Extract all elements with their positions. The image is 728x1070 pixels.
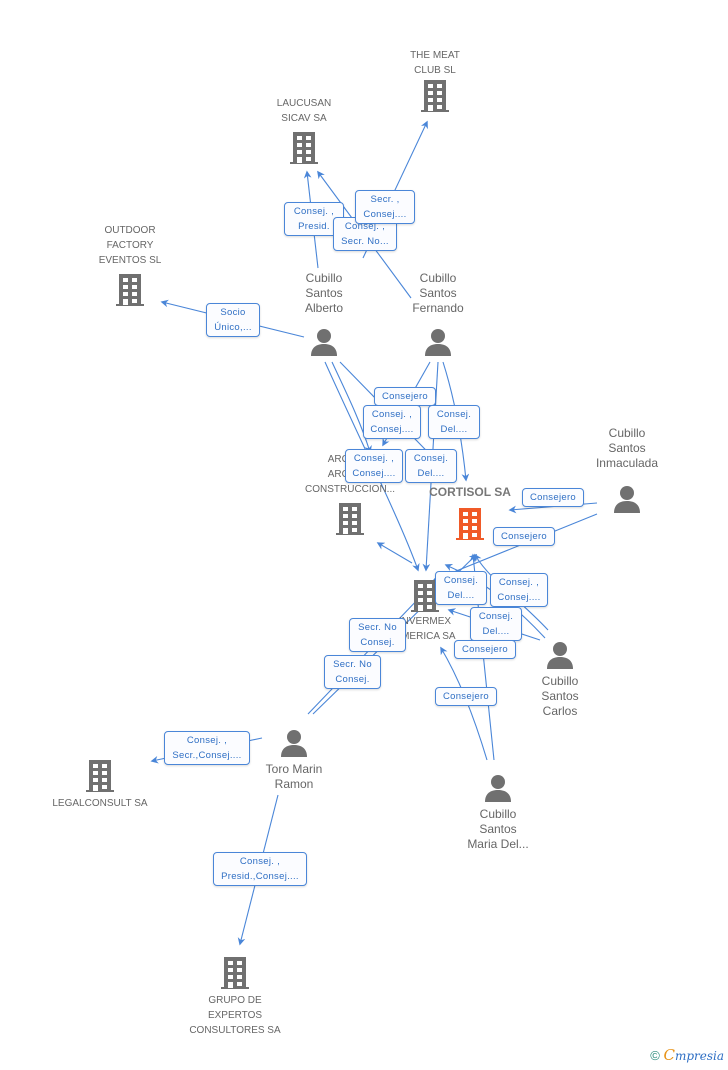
company-node-the-meat-club[interactable]: THE MEAT CLUB SL — [392, 48, 478, 114]
edge-label[interactable]: Consej. Del.... — [435, 571, 487, 605]
building-icon — [336, 503, 364, 535]
edge-label[interactable]: Socio Único,... — [206, 303, 260, 337]
building-icon — [290, 132, 318, 164]
edge-label[interactable]: Consej. Del.... — [428, 405, 480, 439]
person-node-cubillo-fernando[interactable]: Cubillo Santos Fernando — [398, 271, 478, 357]
brand-footer: © Cmpresia — [650, 1046, 724, 1064]
node-label: Cubillo Santos Inmaculada — [595, 426, 659, 470]
node-label: GRUPO DE EXPERTOS CONSULTORES SA — [189, 995, 281, 1036]
edge-label[interactable]: Secr. , Consej.... — [355, 190, 415, 224]
company-node-grupo-expertos[interactable]: GRUPO DE EXPERTOS CONSULTORES SA — [175, 955, 295, 1038]
edge-label[interactable]: Consejero — [454, 640, 516, 659]
person-node-cubillo-alberto[interactable]: Cubillo Santos Alberto — [284, 271, 364, 357]
edge-label[interactable]: Consej. , Consej.... — [345, 449, 403, 483]
person-icon — [485, 775, 511, 802]
node-label: LAUCUSAN SICAV SA — [276, 98, 332, 124]
node-label: OUTDOOR FACTORY EVENTOS SL — [98, 225, 162, 266]
edge-label[interactable]: Consej. , Secr.,Consej.... — [164, 731, 250, 765]
building-icon — [221, 957, 249, 989]
copyright-icon: © — [650, 1048, 660, 1063]
person-node-cubillo-maria[interactable]: Cubillo Santos Maria Del... — [458, 773, 538, 852]
building-icon — [86, 760, 114, 792]
person-icon — [425, 329, 451, 356]
node-label: LEGALCONSULT SA — [52, 798, 148, 809]
edge-label[interactable]: Consejero — [374, 387, 436, 406]
building-icon — [116, 274, 144, 306]
edge-label[interactable]: Secr. No Consej. — [324, 655, 381, 689]
node-label: Cubillo Santos Fernando — [412, 271, 464, 315]
building-icon — [421, 80, 449, 112]
node-label: THE MEAT CLUB SL — [410, 50, 460, 76]
brand-logo: Cmpresia — [663, 1046, 724, 1064]
edge-label[interactable]: Secr. No Consej. — [349, 618, 406, 652]
node-label: Toro Marin Ramon — [265, 762, 323, 791]
person-node-toro-marin[interactable]: Toro Marin Ramon — [254, 728, 334, 792]
edge-label[interactable]: Consej. , Consej.... — [363, 405, 421, 439]
edge-label[interactable]: Consejero — [522, 488, 584, 507]
edge-label[interactable]: Consejero — [493, 527, 555, 546]
edge-label[interactable]: Consej. Del.... — [405, 449, 457, 483]
person-node-cubillo-carlos[interactable]: Cubillo Santos Carlos — [530, 640, 590, 719]
node-label: Cubillo Santos Alberto — [304, 271, 344, 315]
node-label: Cubillo Santos Carlos — [541, 674, 579, 718]
person-icon — [614, 486, 640, 513]
edge-label[interactable]: Consej. , Presid.,Consej.... — [213, 852, 307, 886]
person-node-cubillo-inmaculada[interactable]: Cubillo Santos Inmaculada — [587, 426, 667, 514]
node-label: CORTISOL SA — [429, 485, 511, 499]
edge-label[interactable]: Consej. , Consej.... — [490, 573, 548, 607]
node-label: Cubillo Santos Maria Del... — [467, 807, 529, 851]
company-node-outdoor-factory[interactable]: OUTDOOR FACTORY EVENTOS SL — [80, 223, 180, 308]
company-node-laucusan[interactable]: LAUCUSAN SICAV SA — [261, 96, 347, 166]
edge-label[interactable]: Consej. Del.... — [470, 607, 522, 641]
edge-label[interactable]: Consejero — [435, 687, 497, 706]
edge-line — [376, 542, 413, 564]
person-icon — [281, 730, 307, 757]
company-node-legalconsult[interactable]: LEGALCONSULT SA — [45, 758, 155, 811]
person-icon — [311, 329, 337, 356]
person-icon — [547, 642, 573, 669]
building-icon-highlighted — [456, 508, 484, 540]
